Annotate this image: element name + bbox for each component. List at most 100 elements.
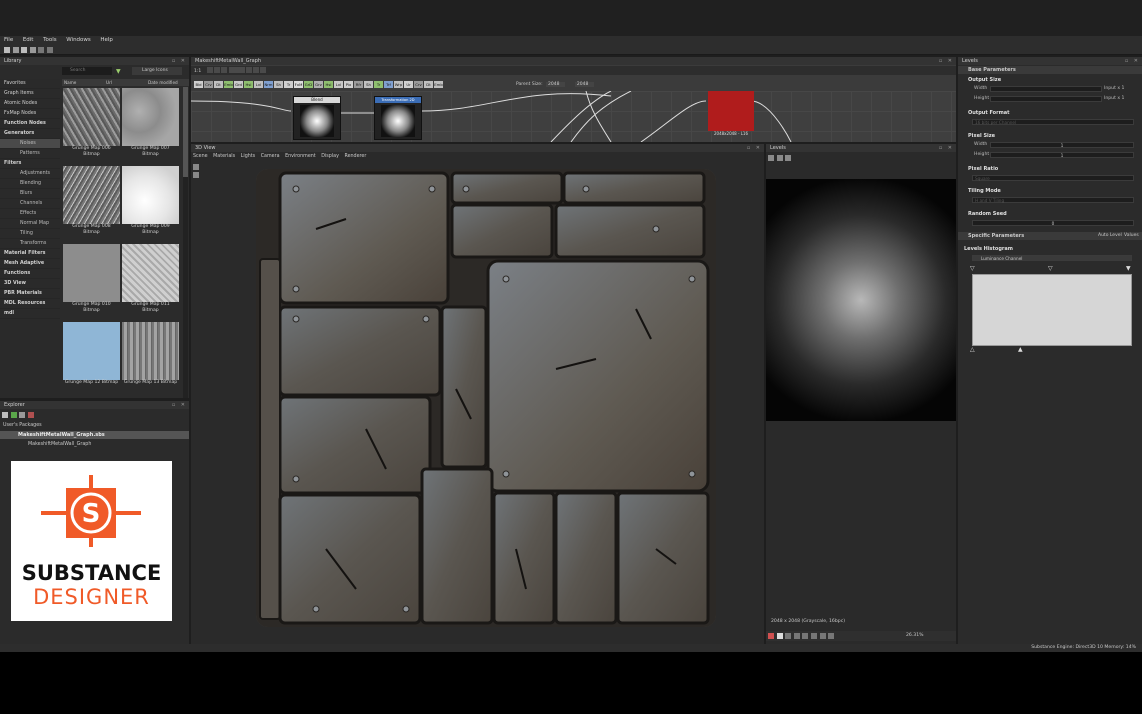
node-chip-dt[interactable]: Dt xyxy=(214,81,223,88)
library-category-atomic-nodes[interactable]: Atomic Nodes xyxy=(0,99,60,109)
pixel-width-slider[interactable]: 1 xyxy=(990,142,1134,148)
histogram-top-handles[interactable]: ▽ ▽ ▼ xyxy=(970,266,1134,272)
pixel-height-slider[interactable]: 1 xyxy=(990,152,1134,158)
node-chip-rfr[interactable]: Rfr xyxy=(354,81,363,88)
panel-controls-icon[interactable]: ▫ ✕ xyxy=(747,144,762,152)
library-category-generators[interactable]: Generators xyxy=(0,129,60,139)
auto-level-button[interactable]: Auto Level xyxy=(1098,232,1122,240)
tool-icon[interactable] xyxy=(253,67,260,73)
new-icon[interactable] xyxy=(4,47,10,53)
node-chip-hsl[interactable]: Hsl xyxy=(324,81,333,88)
graph-zoom[interactable]: 1:1 xyxy=(194,69,201,74)
panel-controls-icon[interactable]: ▫ ✕ xyxy=(172,57,187,65)
panel-controls-icon[interactable]: ▫ ✕ xyxy=(1125,57,1140,65)
library-category-channels[interactable]: Channels xyxy=(0,199,60,209)
view3d-menu-camera[interactable]: Camera xyxy=(261,154,280,159)
thumbnail-grunge-012[interactable]: Grunge Map 12 Bitmap xyxy=(63,322,120,386)
handle-white-icon[interactable]: ▼ xyxy=(1126,266,1131,272)
col-url[interactable]: Url xyxy=(106,79,112,86)
channel-icon[interactable] xyxy=(810,633,817,639)
menu-windows[interactable]: Windows xyxy=(66,36,91,45)
col-date[interactable]: Date modified xyxy=(148,79,178,86)
channel-icon[interactable] xyxy=(793,633,800,639)
values-button[interactable]: Values xyxy=(1124,232,1139,240)
tool-icon[interactable] xyxy=(260,67,267,73)
node-chip-grd[interactable]: GrD xyxy=(304,81,313,88)
blend-node[interactable]: Blend xyxy=(293,96,341,140)
node-chip-wrp[interactable]: Wrp xyxy=(394,81,403,88)
node-chip-tr[interactable]: Tr xyxy=(284,81,293,88)
output-width-mode[interactable]: Input x 1 xyxy=(1104,86,1124,91)
parent-size-select[interactable]: 2048 xyxy=(546,82,566,87)
thumbnail-grunge-006[interactable]: Grunge Map 006 Bitmap xyxy=(63,88,120,158)
camera-tool-icon[interactable] xyxy=(193,164,199,170)
channel-icon[interactable] xyxy=(819,633,826,639)
library-category-blurs[interactable]: Blurs xyxy=(0,189,60,199)
menu-edit[interactable]: Edit xyxy=(23,36,34,45)
thumbnail-grunge-008[interactable]: Grunge Map 008 Bitmap xyxy=(63,166,120,236)
library-category-mdl-resources[interactable]: MDL Resources xyxy=(0,299,60,309)
menu-tools[interactable]: Tools xyxy=(43,36,57,45)
node-chip-grv[interactable]: Grv xyxy=(314,81,323,88)
levels-zoom[interactable]: 26.31% xyxy=(906,633,924,638)
package-row[interactable]: MakeshiftMetalWall_Graph.sbs xyxy=(0,431,189,439)
node-chip-lvl[interactable]: Lvl xyxy=(254,81,263,88)
library-category-function-nodes[interactable]: Function Nodes xyxy=(0,119,60,129)
library-category-normal-map[interactable]: Normal Map xyxy=(0,219,60,229)
view3d-menu-environment[interactable]: Environment xyxy=(285,154,316,159)
panel-controls-icon[interactable]: ▫ ✕ xyxy=(939,57,954,65)
output-handle-white-icon[interactable]: ▲ xyxy=(1018,347,1023,353)
library-category-effects[interactable]: Effects xyxy=(0,209,60,219)
channel-icon[interactable] xyxy=(828,633,835,639)
tool-icon[interactable] xyxy=(213,67,220,73)
view-tool-icon[interactable] xyxy=(776,155,783,161)
library-category-mesh-adaptive[interactable]: Mesh Adaptive xyxy=(0,259,60,269)
node-chip-trf[interactable]: Trf xyxy=(384,81,393,88)
channel-icon[interactable] xyxy=(785,633,792,639)
library-category-3d-view[interactable]: 3D View xyxy=(0,279,60,289)
library-category-mdl[interactable]: mdl xyxy=(0,309,60,319)
output-format-select[interactable]: 16 bits per Channel xyxy=(972,119,1134,125)
library-category-graph-items[interactable]: Graph Items xyxy=(0,89,60,99)
library-category-tiling[interactable]: Tiling xyxy=(0,229,60,239)
library-category-functions[interactable]: Functions xyxy=(0,269,60,279)
view3d-menu-lights[interactable]: Lights xyxy=(241,154,255,159)
transformation-2d-node[interactable]: Transformation 2D xyxy=(374,96,422,140)
open-icon[interactable] xyxy=(12,47,19,53)
thumbnail-grunge-007[interactable]: Grunge Map 007 Bitmap xyxy=(122,88,179,158)
node-chip-bld[interactable]: Bld xyxy=(194,81,203,88)
redo-icon[interactable] xyxy=(46,47,53,53)
node-chip-pix[interactable]: Pix xyxy=(344,81,353,88)
panel-controls-icon[interactable]: ▫ ✕ xyxy=(939,144,954,152)
histogram-bottom-handles[interactable]: △ ▲ xyxy=(970,347,1134,353)
output-handle-black-icon[interactable]: △ xyxy=(970,347,975,353)
library-category-noises[interactable]: Noises xyxy=(0,139,60,149)
add-icon[interactable] xyxy=(19,412,26,418)
levels-histogram[interactable] xyxy=(972,274,1132,346)
output-node[interactable]: 2048x2048 - L16 xyxy=(708,91,754,137)
light-tool-icon[interactable] xyxy=(193,172,199,178)
library-category-adjustments[interactable]: Adjustments xyxy=(0,169,60,179)
output-width-slider[interactable] xyxy=(990,86,1102,92)
graph-canvas[interactable]: Blend Transformation 2D 2048x2048 - L16 xyxy=(191,91,956,142)
save-icon[interactable] xyxy=(21,47,28,53)
node-chip-crv[interactable]: Crv xyxy=(204,81,213,88)
library-category-favorites[interactable]: Favorites xyxy=(0,79,60,89)
node-chip-dt[interactable]: Dt xyxy=(424,81,433,88)
col-name[interactable]: Name xyxy=(64,79,76,86)
size-select[interactable]: 2048 xyxy=(574,82,595,87)
node-chip-ur[interactable]: Ur xyxy=(404,81,413,88)
save-all-icon[interactable] xyxy=(29,47,36,53)
node-chip-fxm[interactable]: FxM xyxy=(294,81,303,88)
metal-wall-material-preview[interactable] xyxy=(256,169,716,627)
graph-row[interactable]: MakeshiftMetalWall_Graph xyxy=(0,441,189,449)
library-category-fxmap-nodes[interactable]: FxMap Nodes xyxy=(0,109,60,119)
options-icon[interactable] xyxy=(27,412,34,418)
node-chip-sh[interactable]: Sh xyxy=(274,81,283,88)
channel-icon[interactable] xyxy=(776,633,783,639)
view3d-menu-display[interactable]: Display xyxy=(321,154,339,159)
library-category-blending[interactable]: Blending xyxy=(0,179,60,189)
node-chip-hsl[interactable]: Hsl xyxy=(244,81,253,88)
output-height-mode[interactable]: Input x 1 xyxy=(1104,96,1124,101)
specific-parameters-header[interactable]: Specific Parameters Auto Level Values xyxy=(958,232,1142,240)
